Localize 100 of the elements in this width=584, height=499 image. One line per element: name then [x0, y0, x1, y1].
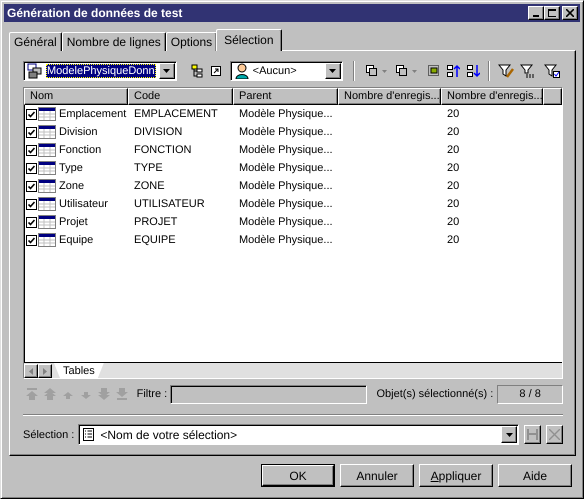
table-icon: [38, 107, 56, 121]
checkbox[interactable]: [26, 234, 37, 246]
table-cell: Modèle Physique...: [239, 144, 333, 156]
close-icon: [566, 9, 574, 17]
move-down-icon: [466, 64, 480, 78]
table-cell: Division: [59, 126, 98, 138]
check-icon: [28, 200, 35, 208]
tree-icon: [190, 64, 203, 78]
checkbox[interactable]: [26, 216, 37, 228]
table-cell: 20: [447, 198, 460, 210]
move-to-top-icon: [26, 388, 38, 400]
table-cell: Modèle Physique...: [239, 216, 333, 228]
table-cell: 20: [447, 216, 460, 228]
table-cell: 20: [447, 144, 460, 156]
checkbox[interactable]: [26, 180, 37, 192]
shortcut-icon: [210, 64, 221, 78]
table-icon: [38, 125, 56, 139]
close-button[interactable]: [562, 6, 578, 20]
checkbox[interactable]: [26, 126, 37, 138]
scroll-left-button[interactable]: [24, 364, 38, 378]
table-cell: 20: [447, 126, 460, 138]
scroll-left-icon: [29, 368, 33, 374]
check-icon: [28, 146, 35, 154]
dialog-button[interactable]: Aide: [498, 464, 572, 487]
column-header[interactable]: Parent: [233, 88, 338, 105]
column-header[interactable]: Nom: [24, 88, 128, 105]
table-cell: 20: [447, 108, 460, 120]
table-cell: UTILISATEUR: [134, 198, 205, 210]
check-icon: [28, 182, 35, 190]
column-header[interactable]: Code: [128, 88, 233, 105]
stacked-squares-icon: [364, 64, 378, 78]
tab[interactable]: Options: [166, 32, 218, 51]
person-icon: [234, 63, 250, 79]
table-cell: Fonction: [59, 144, 102, 156]
table-cell: TYPE: [134, 162, 163, 174]
table-cell: 20: [447, 162, 460, 174]
table-icon: [38, 197, 56, 211]
dialog-button[interactable]: Annuler: [340, 464, 414, 487]
page-up-icon: [44, 388, 56, 400]
check-icon: [28, 128, 35, 136]
selection-label: Sélection :: [23, 428, 74, 440]
delete-button[interactable]: [546, 425, 563, 444]
table-cell: Modèle Physique...: [239, 234, 333, 246]
filter-icon: [520, 64, 536, 78]
model-dropdown[interactable]: ModelePhysiqueDonn: [23, 61, 177, 81]
filter-field[interactable]: [170, 384, 368, 404]
close-icon: [549, 429, 560, 440]
column-header[interactable]: Nombre d'enregis...: [338, 88, 441, 105]
move-to-bottom-icon: [116, 388, 128, 400]
table-cell: Modèle Physique...: [239, 108, 333, 120]
table-icon: [38, 161, 56, 175]
scroll-right-button[interactable]: [38, 364, 52, 378]
table-cell: DIVISION: [134, 126, 182, 138]
table-cell: 20: [447, 180, 460, 192]
column-header[interactable]: Nombre d'enregis...: [441, 88, 543, 105]
scroll-right-icon: [43, 368, 47, 374]
table-cell: Zone: [59, 180, 84, 192]
checkbox[interactable]: [26, 144, 37, 156]
checkbox[interactable]: [26, 108, 37, 120]
tab[interactable]: Sélection: [216, 29, 282, 51]
tab[interactable]: Nombre de lignes: [62, 32, 166, 51]
dialog-button[interactable]: OK: [262, 465, 334, 486]
sheet-tab[interactable]: Tables: [54, 363, 104, 378]
selection-dropdown[interactable]: <Nom de votre sélection>: [78, 424, 520, 445]
table-icon: [38, 179, 56, 193]
select-all-icon: [426, 64, 440, 78]
dialog-button[interactable]: Appliquer: [419, 464, 493, 487]
table-cell: EMPLACEMENT: [134, 108, 218, 120]
model-icon: [27, 63, 43, 79]
table-cell: Utilisateur: [59, 198, 108, 210]
check-icon: [28, 110, 35, 118]
dropdown-arrow-icon: [382, 70, 387, 72]
owner-dropdown[interactable]: <Aucun>: [230, 61, 343, 81]
table-cell: EQUIPE: [134, 234, 176, 246]
stacked-squares-icon: [394, 64, 408, 78]
dropdown-arrow-icon: [412, 70, 417, 72]
table-cell: Modèle Physique...: [239, 198, 333, 210]
check-icon: [28, 236, 35, 244]
table-icon: [38, 143, 56, 157]
save-button[interactable]: [524, 425, 542, 444]
table-cell: 20: [447, 234, 460, 246]
minimize-button[interactable]: [528, 6, 544, 20]
checkbox[interactable]: [26, 162, 37, 174]
table-cell: Projet: [59, 216, 88, 228]
list-icon: [83, 428, 94, 441]
table-cell: Modèle Physique...: [239, 180, 333, 192]
table-icon: [38, 233, 56, 247]
selected-count: 8 / 8: [497, 384, 564, 404]
dropdown-arrow-icon: [506, 432, 513, 436]
table-cell: Emplacement: [59, 108, 126, 120]
maximize-button[interactable]: [544, 6, 560, 20]
selected-objects-label: Objet(s) sélectionné(s) :: [376, 388, 494, 400]
table-cell: PROJET: [134, 216, 178, 228]
table-cell: FONCTION: [134, 144, 192, 156]
window-title: Génération de données de test: [7, 6, 184, 20]
page-down-icon: [98, 388, 110, 400]
tab[interactable]: Général: [9, 32, 62, 51]
checkbox[interactable]: [26, 198, 37, 210]
table-cell: ZONE: [134, 180, 165, 192]
table-cell: Modèle Physique...: [239, 126, 333, 138]
